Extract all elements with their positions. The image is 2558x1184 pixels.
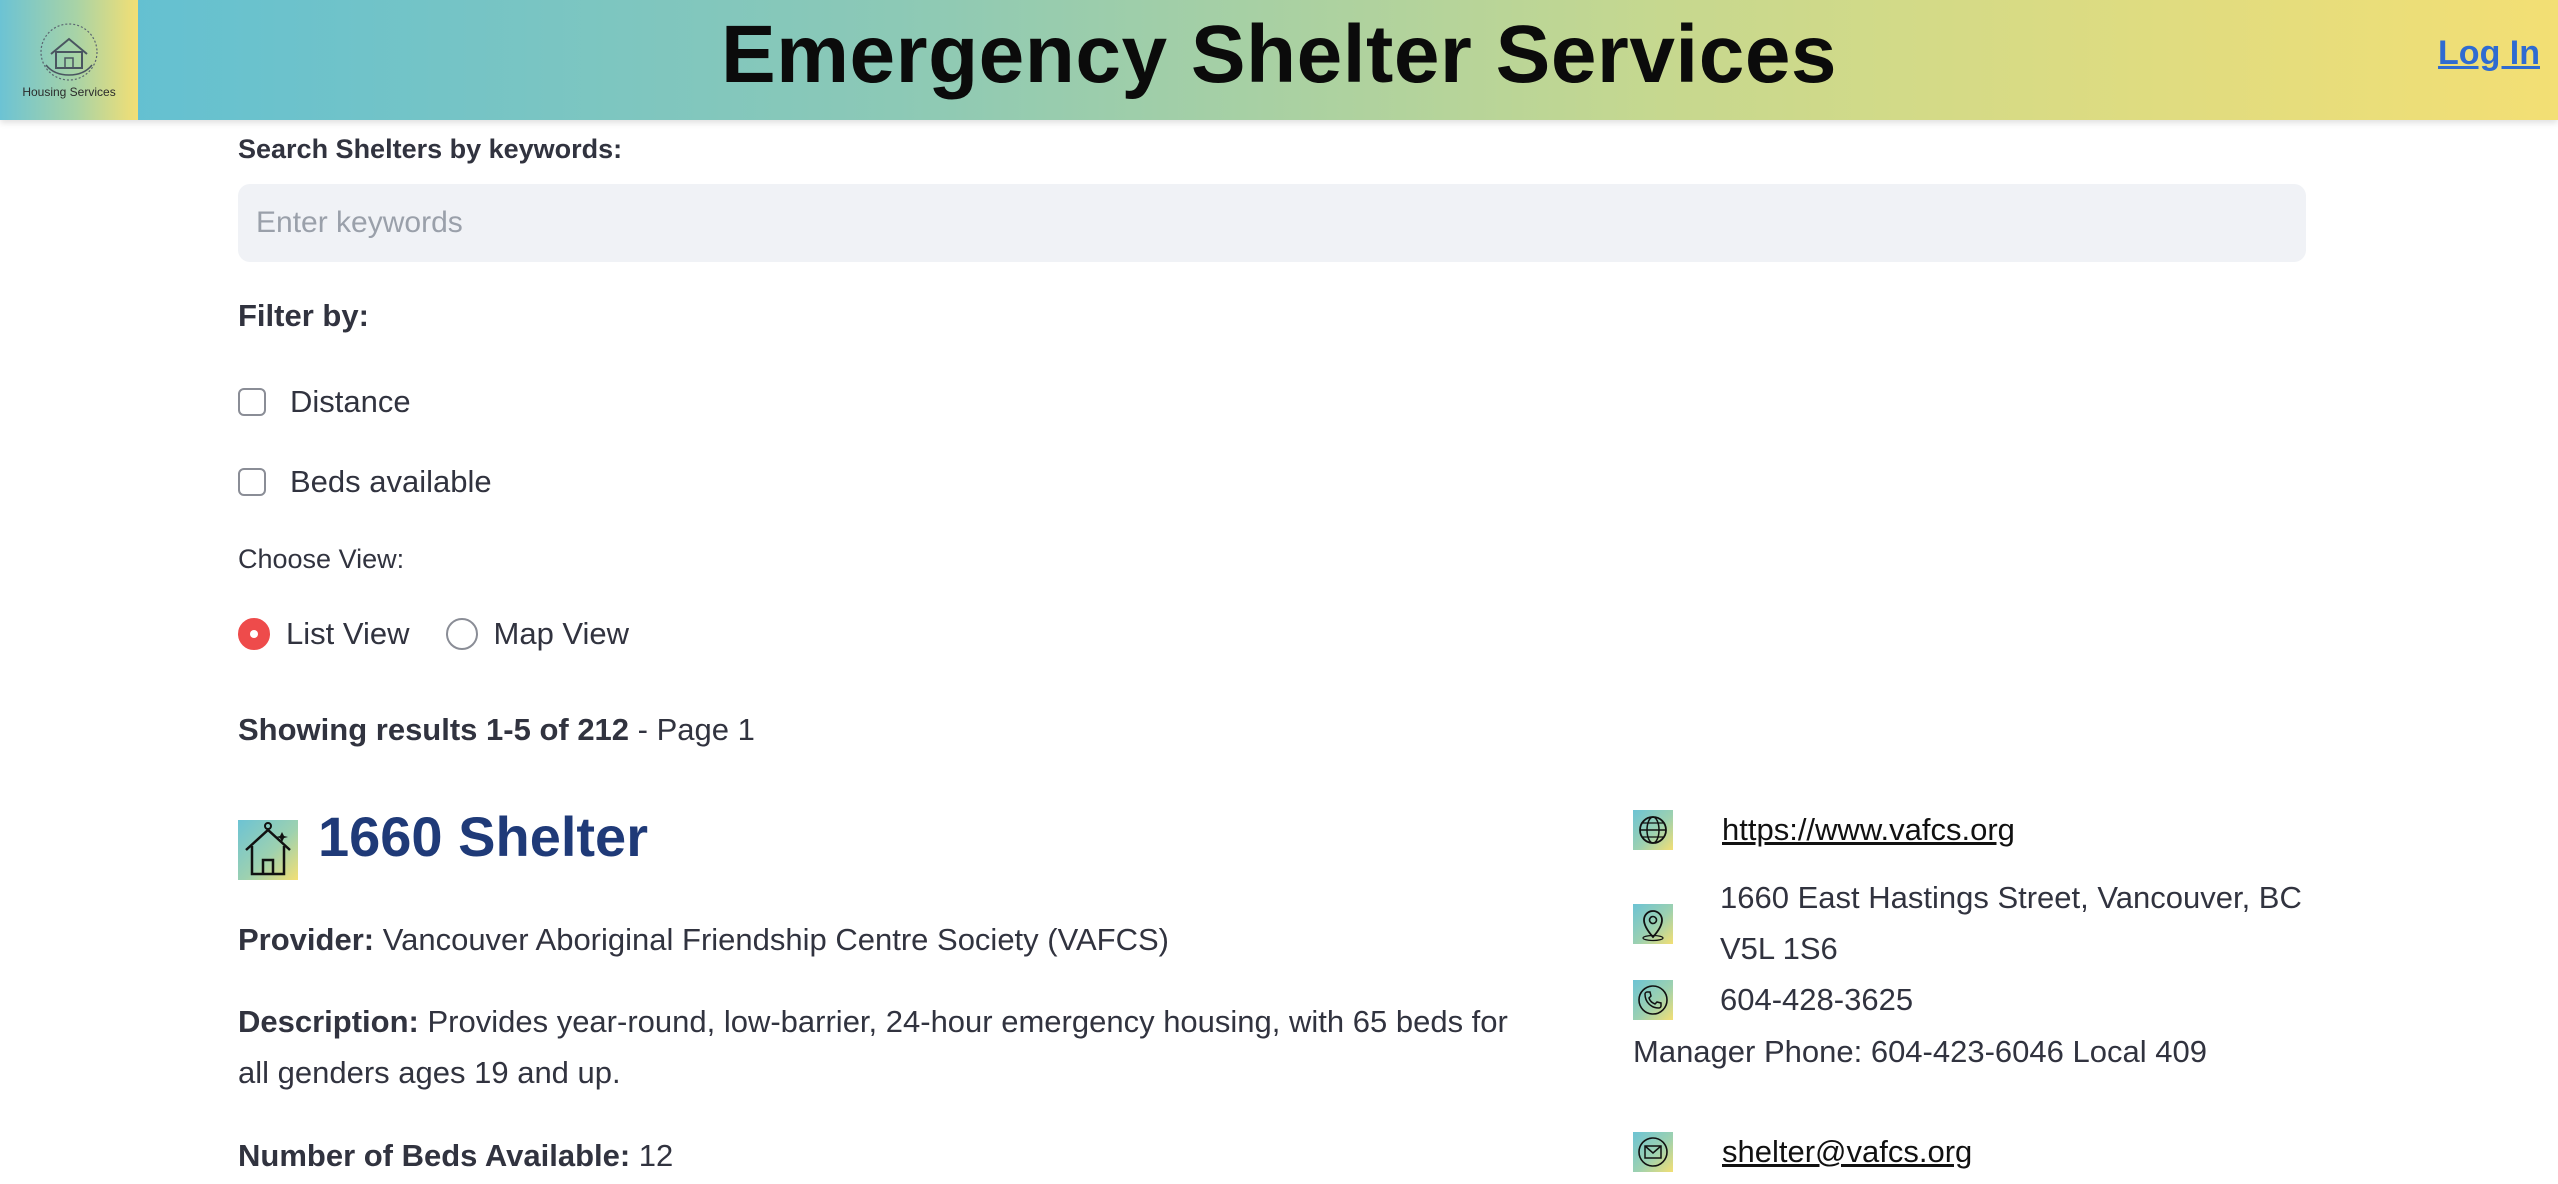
view-radio-group: List View Map View: [238, 616, 665, 652]
manager-phone: Manager Phone: 604-423-6046 Local 409: [1633, 1034, 2207, 1069]
distance-checkbox[interactable]: [238, 388, 266, 416]
list-view-radio[interactable]: [238, 618, 270, 650]
phone-number: 604-428-3625: [1720, 982, 1914, 1017]
globe-icon: [1633, 810, 1673, 850]
login-link[interactable]: Log In: [2438, 34, 2540, 73]
map-view-option[interactable]: Map View: [445, 616, 630, 652]
search-input[interactable]: [238, 184, 2306, 262]
list-view-option[interactable]: List View: [238, 616, 410, 652]
filter-label: Filter by:: [238, 298, 369, 333]
filter-beds-available[interactable]: Beds available: [238, 464, 492, 500]
filter-distance[interactable]: Distance: [238, 384, 411, 420]
phone-icon: [1633, 980, 1673, 1020]
email-link[interactable]: shelter@vafcs.org: [1722, 1126, 1972, 1177]
choose-view-label: Choose View:: [238, 544, 405, 574]
distance-label: Distance: [290, 384, 411, 419]
house-icon: [238, 820, 298, 880]
map-view-radio[interactable]: [445, 618, 478, 650]
description-value: Provides year-round, low-barrier, 24-hou…: [238, 1004, 1508, 1090]
beds-value: 12: [630, 1138, 674, 1173]
shelter-name-link[interactable]: 1660 Shelter: [318, 804, 648, 869]
results-page: - Page 1: [629, 712, 755, 747]
website-link[interactable]: https://www.vafcs.org: [1722, 804, 2015, 855]
email-icon: [1633, 1132, 1673, 1172]
provider-label: Provider:: [238, 922, 375, 957]
address-line-1: 1660 East Hastings Street, Vancouver, BC: [1720, 880, 2302, 915]
address-line-2: V5L 1S6: [1720, 931, 1838, 966]
app-header: Housing Services Emergency Shelter Servi…: [0, 0, 2558, 120]
list-view-label: List View: [286, 616, 410, 651]
address: 1660 East Hastings Street, Vancouver, BC…: [1720, 872, 2302, 974]
shelter-provider: Provider: Vancouver Aboriginal Friendshi…: [238, 914, 1538, 965]
page-title: Emergency Shelter Services: [720, 9, 1838, 100]
shelter-beds: Number of Beds Available: 12: [238, 1130, 1538, 1181]
beds-label: Number of Beds Available:: [238, 1138, 631, 1173]
description-label: Description:: [238, 1004, 419, 1039]
location-pin-icon: [1633, 904, 1673, 944]
shelter-description: Description: Provides year-round, low-ba…: [238, 996, 1538, 1098]
results-summary: Showing results 1-5 of 212 - Page 1: [238, 712, 755, 748]
beds-available-label: Beds available: [290, 464, 492, 499]
search-label: Search Shelters by keywords:: [238, 134, 623, 164]
map-view-label: Map View: [493, 616, 630, 651]
beds-available-checkbox[interactable]: [238, 468, 266, 496]
results-count: Showing results 1-5 of 212: [238, 712, 630, 747]
provider-value: Vancouver Aboriginal Friendship Centre S…: [374, 922, 1169, 957]
